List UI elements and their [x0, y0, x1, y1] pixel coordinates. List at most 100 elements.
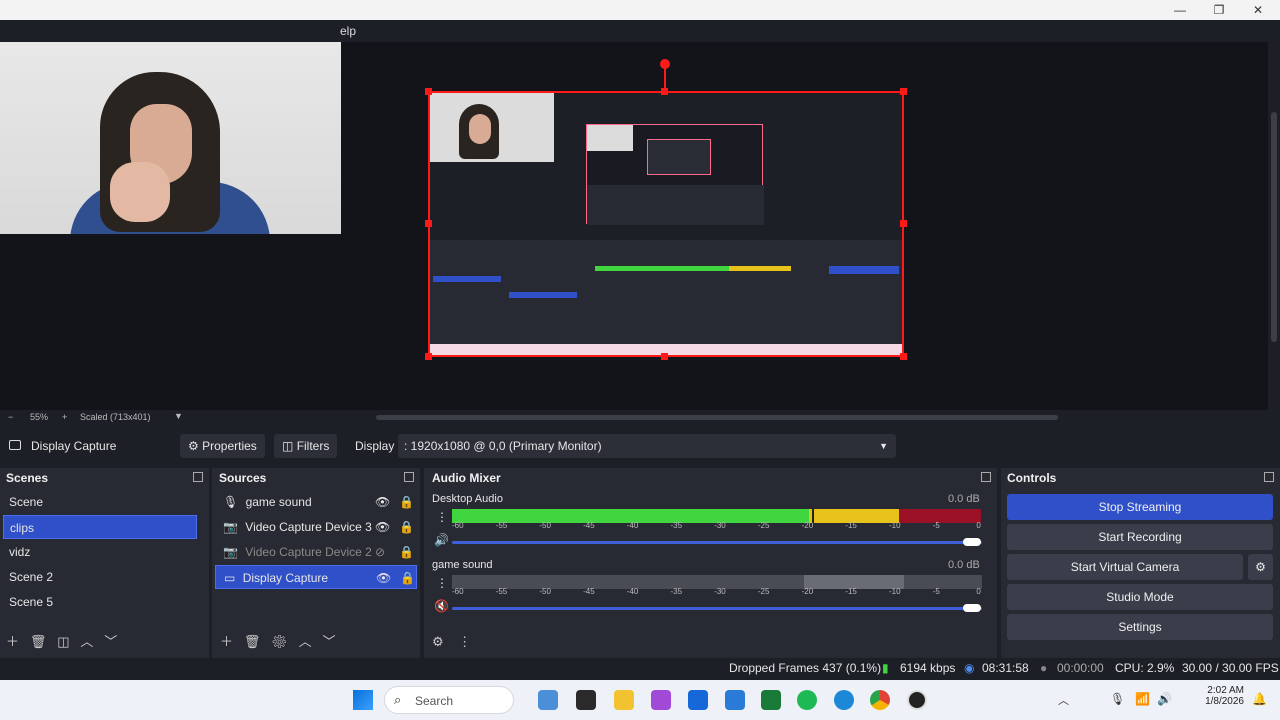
eye-icon[interactable]: 👁 — [376, 566, 391, 590]
zoom-out-button[interactable]: − — [8, 412, 13, 422]
stop-streaming-button[interactable]: Stop Streaming — [1007, 494, 1273, 520]
cpu-usage: CPU: 2.9% — [1115, 661, 1175, 675]
volume-slider[interactable] — [452, 541, 982, 544]
sources-toolbar: ＋ 🗑 ⚙ ︿ ﹀ — [220, 631, 335, 650]
resize-handle-l[interactable] — [425, 220, 432, 227]
app-icon-store[interactable] — [688, 690, 708, 710]
volume-slider-handle[interactable] — [963, 604, 981, 612]
edge-icon[interactable] — [834, 690, 854, 710]
move-up-icon[interactable]: ︿ — [80, 634, 93, 649]
lock-icon[interactable]: 🔒 — [399, 540, 414, 564]
resize-handle-t[interactable] — [661, 88, 668, 95]
resize-handle-br[interactable] — [900, 353, 907, 360]
move-down-icon[interactable]: ﹀ — [322, 634, 335, 649]
resize-handle-b[interactable] — [661, 353, 668, 360]
settings-button[interactable]: Settings — [1007, 614, 1273, 640]
start-virtual-camera-button[interactable]: Start Virtual Camera — [1007, 554, 1243, 580]
gear-icon: ⚙ — [1255, 560, 1266, 574]
scene-item[interactable]: Scene 2 — [3, 565, 197, 589]
minimize-button[interactable]: — — [1160, 0, 1200, 20]
gear-icon[interactable]: ⚙ — [271, 634, 288, 649]
preview-horizontal-scrollbar[interactable] — [376, 415, 1058, 420]
windows-start-icon[interactable] — [353, 690, 373, 710]
eye-slash-icon[interactable]: ⊘ — [375, 540, 385, 564]
maximize-button[interactable]: ❐ — [1199, 0, 1239, 20]
filter-icon[interactable]: ◫ — [57, 634, 69, 649]
meter-scale-label: -20 — [801, 521, 814, 530]
eye-icon[interactable]: 👁 — [375, 490, 390, 514]
source-item[interactable]: 🎙 game sound 👁 🔒 — [215, 490, 417, 514]
resize-handle-r[interactable] — [900, 220, 907, 227]
app-icon-outlook[interactable] — [725, 690, 745, 710]
speaker-icon[interactable]: 🔊 — [434, 533, 449, 547]
add-icon[interactable]: ＋ — [6, 634, 19, 649]
app-icon-excel[interactable] — [761, 690, 781, 710]
spotify-icon[interactable] — [797, 690, 817, 710]
app-icon-copilot[interactable] — [651, 690, 671, 710]
meter-scale-label: -5 — [932, 521, 940, 530]
kebab-menu-icon[interactable]: ⋮ — [436, 576, 448, 590]
lock-icon[interactable]: 🔒 — [399, 490, 414, 514]
gear-icon[interactable]: ⚙ — [432, 634, 444, 649]
meter-scale-label: 0 — [976, 587, 981, 596]
microphone-icon[interactable]: 🎙 — [1110, 692, 1125, 706]
notification-icon[interactable]: 🔔 — [1252, 692, 1267, 706]
app-icon-explorer[interactable] — [538, 690, 558, 710]
filters-button[interactable]: ◫ Filters — [274, 434, 338, 458]
scene-item[interactable]: Scene — [3, 490, 197, 514]
undock-icon[interactable] — [404, 472, 414, 482]
taskbar-search[interactable]: ⌕ Search — [384, 686, 514, 714]
lock-icon[interactable]: 🔒 — [400, 566, 415, 590]
close-button[interactable]: ✕ — [1238, 0, 1278, 20]
zoom-in-button[interactable]: + — [62, 412, 67, 422]
clock[interactable]: 2:02 AM 1/8/2026 — [1196, 685, 1244, 707]
kebab-menu-icon[interactable]: ⋮ — [436, 510, 448, 524]
scale-dropdown-icon[interactable]: ▼ — [174, 411, 183, 421]
meter-scale-label: -25 — [757, 587, 770, 596]
source-item[interactable]: 📷 Video Capture Device 3 👁 🔒 — [215, 515, 417, 539]
app-icon-terminal[interactable] — [576, 690, 596, 710]
move-down-icon[interactable]: ﹀ — [104, 634, 117, 649]
volume-slider[interactable] — [452, 607, 982, 610]
add-icon[interactable]: ＋ — [220, 634, 233, 649]
selection-box[interactable] — [428, 91, 904, 357]
undock-icon[interactable] — [981, 472, 991, 482]
lock-icon[interactable]: 🔒 — [399, 515, 414, 539]
move-up-icon[interactable]: ︿ — [299, 634, 312, 649]
chrome-icon[interactable] — [870, 690, 890, 710]
resize-handle-tr[interactable] — [900, 88, 907, 95]
undock-icon[interactable] — [1264, 472, 1274, 482]
undock-icon[interactable] — [193, 472, 203, 482]
trash-icon[interactable]: 🗑 — [244, 634, 261, 649]
eye-icon[interactable]: 👁 — [375, 515, 390, 539]
virtual-camera-settings-button[interactable]: ⚙ — [1248, 554, 1273, 580]
folder-icon[interactable] — [614, 690, 634, 710]
meter-scale-label: -60 — [452, 587, 464, 596]
display-select[interactable]: : 1920x1080 @ 0,0 (Primary Monitor) ▼ — [398, 434, 896, 458]
muted-speaker-icon[interactable]: 🔇 — [434, 599, 449, 613]
rotation-handle[interactable] — [660, 59, 670, 69]
resize-handle-tl[interactable] — [425, 88, 432, 95]
start-recording-button[interactable]: Start Recording — [1007, 524, 1273, 550]
volume-slider-handle[interactable] — [963, 538, 981, 546]
sources-dock: Sources 🎙 game sound 👁 🔒 📷 Video Capture… — [212, 468, 420, 658]
volume-icon[interactable]: 🔊 — [1157, 692, 1172, 706]
preview-vertical-scrollbar[interactable] — [1268, 42, 1280, 410]
scene-item[interactable]: clips — [3, 515, 197, 539]
meter-scale-label: -40 — [626, 521, 639, 530]
properties-button[interactable]: ⚙ Properties — [180, 434, 265, 458]
scene-item[interactable]: vidz — [3, 540, 197, 564]
source-item[interactable]: 📷 Video Capture Device 2 ⊘ 🔒 — [215, 540, 417, 564]
source-item[interactable]: ▭ Display Capture 👁 🔒 — [215, 565, 417, 589]
studio-mode-button[interactable]: Studio Mode — [1007, 584, 1273, 610]
wifi-icon[interactable]: 📶 — [1135, 692, 1150, 706]
resize-handle-bl[interactable] — [425, 353, 432, 360]
chevron-up-icon[interactable]: ︿ — [1058, 692, 1069, 708]
trash-icon[interactable]: 🗑 — [30, 634, 47, 649]
display-label: Display — [355, 439, 395, 453]
kebab-menu-icon[interactable]: ⋮ — [458, 634, 471, 649]
meter-scale-label: 0 — [976, 521, 981, 530]
obs-icon[interactable] — [907, 690, 927, 710]
scene-item[interactable]: Scene 5 — [3, 590, 197, 614]
menu-help[interactable]: elp — [340, 24, 356, 38]
